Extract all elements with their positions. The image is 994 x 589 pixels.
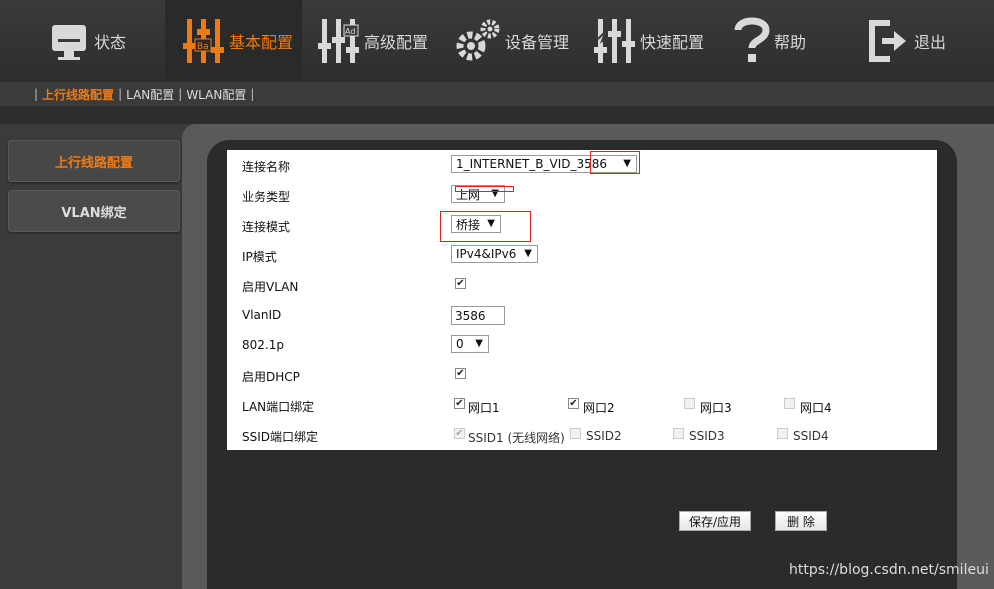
nav-label: 基本配置 (229, 33, 294, 52)
subnav-wlan-config[interactable]: WLAN配置 (186, 86, 246, 103)
ssid4-label: SSID4 (793, 429, 829, 443)
enable-dhcp-label: 启用DHCP (242, 370, 300, 384)
ssid-binding-label: SSID端口绑定 (242, 430, 319, 444)
service-type-label: 业务类型 (242, 190, 291, 204)
ssid4-checkbox[interactable] (777, 428, 788, 439)
row-ssid-binding: SSID端口绑定 ✔ SSID1 (无线网络) SSID2 SSID3 SSID… (227, 420, 937, 450)
lan-port1-label: 网口1 (468, 401, 500, 415)
svg-text:Ad: Ad (345, 27, 355, 36)
enable-vlan-checkbox[interactable]: ✔ (455, 278, 466, 289)
nav-logout[interactable]: 退出 (868, 0, 946, 82)
ssid1-label: SSID1 (无线网络) (468, 431, 565, 445)
nav-label: 状态 (94, 33, 127, 52)
divider: | (178, 87, 183, 101)
lan-port1-checkbox[interactable]: ✔ (454, 398, 465, 409)
row-priority: 802.1p 0 ▼ (227, 330, 937, 360)
nav-status[interactable]: 状态 (50, 0, 126, 82)
ip-mode-label: IP模式 (242, 250, 277, 264)
sliders-basic-icon: Ba (183, 17, 225, 65)
vlan-id-label: VlanID (242, 308, 282, 322)
divider: | (118, 87, 123, 101)
gears-icon (455, 18, 501, 64)
lan-port4-checkbox[interactable] (784, 398, 795, 409)
ssid1-checkbox[interactable]: ✔ (454, 428, 465, 439)
row-connection-name: 连接名称 1_INTERNET_B_VID_3586 ▼ (227, 150, 937, 180)
ssid3-checkbox[interactable] (673, 428, 684, 439)
lan-port2-label: 网口2 (583, 401, 615, 415)
sidebar-item-vlan-binding[interactable]: VLAN绑定 (8, 190, 180, 232)
annotation-box (455, 186, 514, 192)
nav-label: 快速配置 (640, 33, 705, 52)
row-connection-mode: 连接模式 桥接 ▼ (227, 210, 937, 240)
exit-icon (868, 19, 910, 63)
lan-port3-checkbox[interactable] (684, 398, 695, 409)
row-service-type: 业务类型 上网 ▼ (227, 180, 937, 210)
sliders-advanced-icon: Ad (318, 17, 360, 65)
row-ip-mode: IP模式 IPv4&IPv6 ▼ (227, 240, 937, 270)
subnav-uplink-config[interactable]: 上行线路配置 (42, 86, 114, 103)
nav-label: 设备管理 (505, 33, 570, 52)
row-vlan-id: VlanID 3586 (227, 300, 937, 330)
save-apply-button[interactable]: 保存/应用 (679, 511, 751, 531)
divider: | (250, 87, 255, 101)
lan-port3-label: 网口3 (700, 401, 732, 415)
top-nav-bar: 状态 Ba 基本配置 Ad 高级配置 设备管理 快速配置 帮助 退出 (0, 0, 994, 82)
nav-basic-config[interactable]: Ba 基本配置 (165, 0, 302, 82)
select-value: 1_INTERNET_B_VID_3586 (456, 157, 608, 171)
nav-label: 高级配置 (364, 33, 429, 52)
chevron-down-icon: ▼ (475, 338, 483, 349)
question-icon (734, 16, 770, 66)
vlan-id-input[interactable]: 3586 (451, 306, 505, 325)
ip-mode-select[interactable]: IPv4&IPv6 ▼ (451, 245, 538, 263)
sidebar-item-uplink-config[interactable]: 上行线路配置 (8, 140, 180, 182)
nav-device-management[interactable]: 设备管理 (455, 0, 569, 82)
ssid2-checkbox[interactable] (570, 428, 581, 439)
sub-nav: | 上行线路配置 | LAN配置 | WLAN配置 | (30, 84, 258, 104)
nav-help[interactable]: 帮助 (734, 0, 806, 82)
enable-dhcp-checkbox[interactable]: ✔ (455, 368, 466, 379)
chevron-down-icon: ▼ (524, 248, 532, 259)
select-value: IPv4&IPv6 (456, 247, 517, 261)
uplink-config-form: 连接名称 1_INTERNET_B_VID_3586 ▼ 业务类型 上网 ▼ 连… (227, 150, 937, 450)
delete-button[interactable]: 删 除 (775, 511, 827, 531)
priority-label: 802.1p (242, 338, 284, 352)
connection-name-label: 连接名称 (242, 160, 291, 174)
row-lan-binding: LAN端口绑定 ✔ 网口1 ✔ 网口2 网口3 网口4 (227, 390, 937, 420)
sliders-quick-icon (594, 17, 636, 65)
nav-quick-config[interactable]: 快速配置 (594, 0, 704, 82)
lan-binding-label: LAN端口绑定 (242, 400, 315, 414)
lan-port4-label: 网口4 (800, 401, 832, 415)
ssid2-label: SSID2 (586, 429, 622, 443)
annotation-box (590, 151, 640, 174)
row-enable-vlan: 启用VLAN ✔ (227, 270, 937, 300)
watermark: https://blog.csdn.net/smileui (789, 562, 989, 578)
connection-mode-label: 连接模式 (242, 220, 291, 234)
annotation-box (440, 211, 531, 242)
monitor-icon (50, 19, 90, 63)
nav-advanced-config[interactable]: Ad 高级配置 (318, 0, 428, 82)
enable-vlan-label: 启用VLAN (242, 280, 299, 294)
ssid3-label: SSID3 (689, 429, 725, 443)
subnav-lan-config[interactable]: LAN配置 (126, 86, 174, 103)
row-enable-dhcp: 启用DHCP ✔ (227, 360, 937, 390)
nav-label: 帮助 (774, 33, 807, 52)
lan-port2-checkbox[interactable]: ✔ (568, 398, 579, 409)
select-value: 0 (456, 337, 464, 351)
divider-strip (0, 106, 994, 124)
svg-text:Ba: Ba (197, 42, 209, 52)
divider: | (34, 87, 39, 101)
priority-select[interactable]: 0 ▼ (451, 335, 489, 353)
nav-label: 退出 (914, 33, 947, 52)
